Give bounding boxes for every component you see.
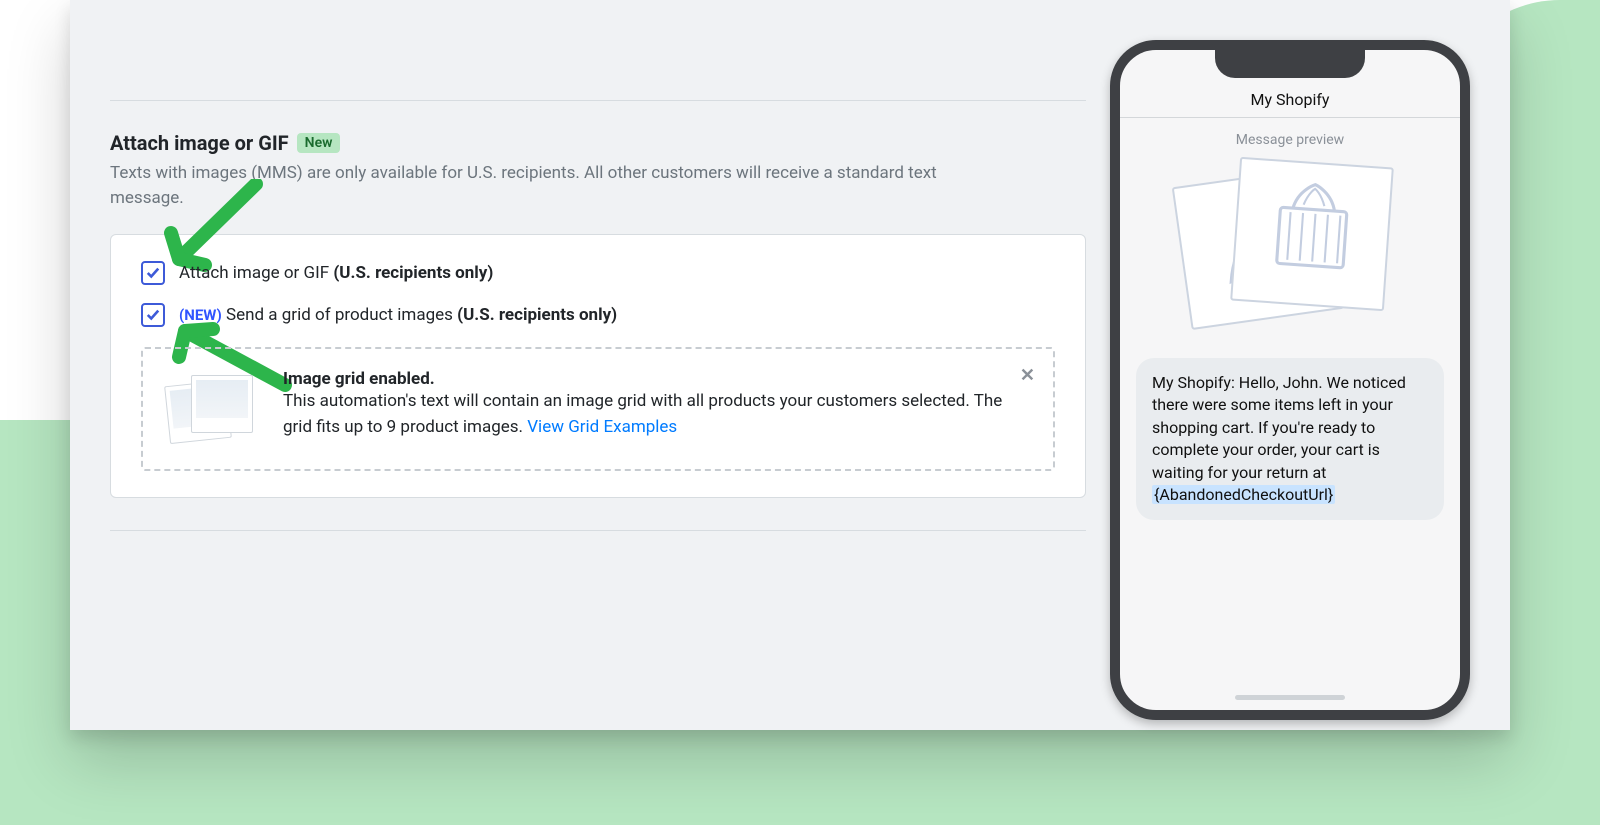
check-icon: [146, 308, 160, 322]
grid-info-thumbnail-icon: [167, 369, 259, 449]
left-column: Attach image or GIF New Texts with image…: [110, 40, 1086, 690]
close-icon[interactable]: ✕: [1020, 365, 1035, 386]
grid-label-text: Send a grid of product images: [226, 305, 453, 325]
new-badge: New: [297, 133, 341, 153]
grid-info-body: Image grid enabled. This automation's te…: [283, 369, 1029, 449]
phone-title: My Shopify: [1120, 90, 1460, 118]
option-grid-row[interactable]: (NEW) Send a grid of product images (U.S…: [141, 303, 1055, 327]
stage: Attach image or GIF New Texts with image…: [0, 0, 1600, 825]
right-column: My Shopify Message preview: [1120, 40, 1470, 690]
grid-qualifier: (U.S. recipients only): [457, 305, 617, 325]
grid-new-tag: (NEW): [179, 306, 222, 324]
section-description: Texts with images (MMS) are only availab…: [110, 161, 990, 210]
section-heading: Attach image or GIF New: [110, 131, 1086, 155]
divider-bottom: [110, 530, 1086, 531]
option-attach-row[interactable]: Attach image or GIF (U.S. recipients onl…: [141, 261, 1055, 285]
options-box: Attach image or GIF (U.S. recipients onl…: [110, 234, 1086, 498]
attach-label-text: Attach image or GIF: [179, 263, 329, 283]
grid-info-title: Image grid enabled.: [283, 369, 1029, 389]
phone-preview: My Shopify Message preview: [1110, 40, 1470, 720]
settings-card: Attach image or GIF New Texts with image…: [70, 0, 1510, 730]
view-grid-examples-link[interactable]: View Grid Examples: [527, 417, 677, 437]
attach-qualifier: (U.S. recipients only): [333, 263, 493, 283]
message-placeholder-token: {AbandonedCheckoutUrl}: [1152, 485, 1335, 504]
divider-top: [110, 100, 1086, 101]
phone-subtitle: Message preview: [1120, 132, 1460, 148]
message-image-stack-icon: [1175, 166, 1405, 336]
grid-checkbox[interactable]: [141, 303, 165, 327]
section-title: Attach image or GIF: [110, 131, 289, 155]
attach-checkbox[interactable]: [141, 261, 165, 285]
check-icon: [146, 266, 160, 280]
planter-icon: [1240, 165, 1385, 278]
message-bubble: My Shopify: Hello, John. We noticed ther…: [1136, 358, 1444, 520]
home-indicator: [1235, 695, 1345, 700]
phone-notch: [1215, 50, 1365, 78]
grid-info-text: This automation's text will contain an i…: [283, 389, 1029, 440]
grid-label: (NEW) Send a grid of product images (U.S…: [179, 305, 617, 325]
grid-info-panel: ✕ Image grid enabled. This automation's …: [141, 347, 1055, 471]
message-text: My Shopify: Hello, John. We noticed ther…: [1152, 373, 1406, 482]
attach-label: Attach image or GIF (U.S. recipients onl…: [179, 263, 493, 283]
